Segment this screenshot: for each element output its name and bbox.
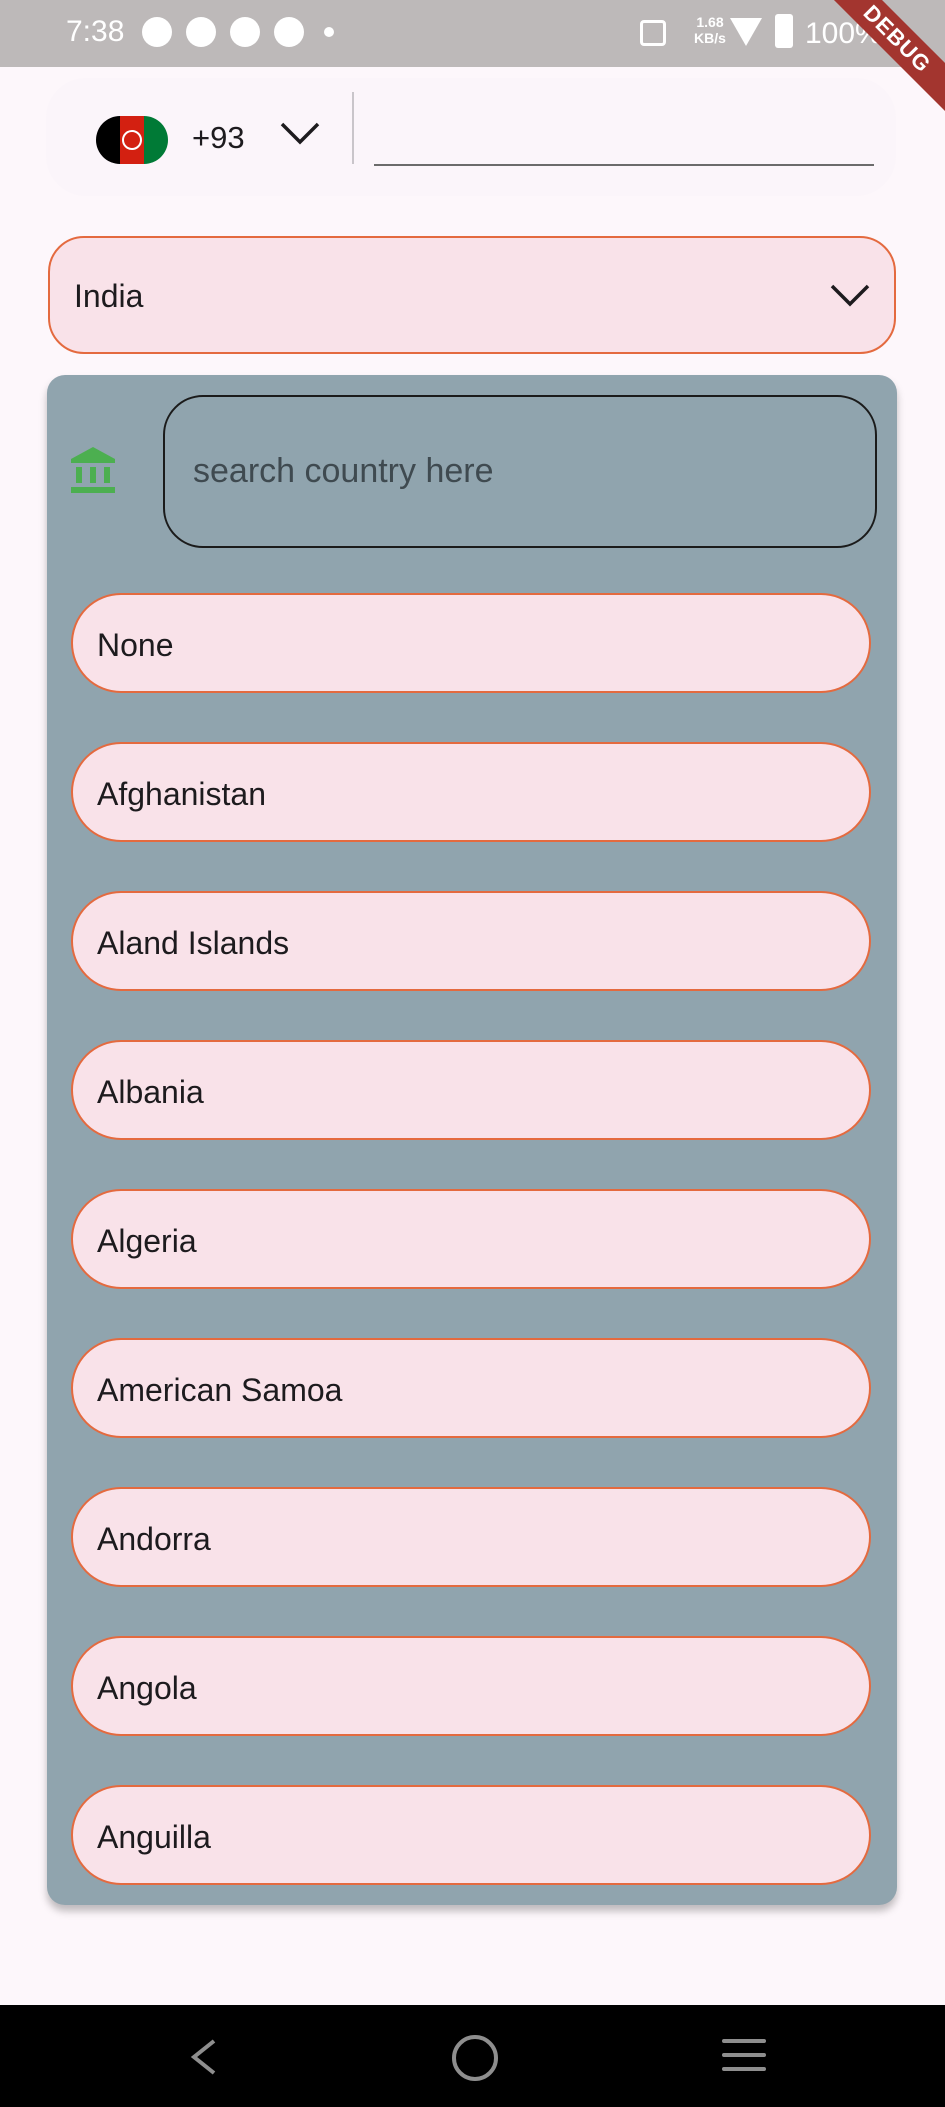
country-option-none[interactable]: None (71, 593, 871, 693)
speedometer-icon (274, 17, 304, 47)
option-label: None (97, 627, 174, 663)
dial-code[interactable]: +93 (192, 118, 245, 158)
option-label: Aland Islands (97, 925, 290, 961)
status-time: 7:38 (66, 15, 125, 48)
notification-icons (142, 17, 334, 47)
chevron-down-icon[interactable] (278, 116, 322, 148)
chevron-down-icon (830, 284, 870, 307)
back-icon[interactable] (186, 2037, 222, 2077)
country-option-algeria[interactable]: Algeria (71, 1189, 871, 1289)
option-label: Albania (97, 1074, 204, 1110)
afghanistan-flag-icon[interactable] (96, 116, 168, 164)
selected-country: India (74, 278, 144, 314)
search-box[interactable] (163, 395, 877, 548)
country-select[interactable]: India (48, 236, 896, 354)
option-label: Anguilla (97, 1819, 211, 1855)
option-label: Andorra (97, 1521, 211, 1557)
network-speed: 1.68 KB/s (694, 14, 726, 46)
country-option-andorra[interactable]: Andorra (71, 1487, 871, 1587)
country-option-afghanistan[interactable]: Afghanistan (71, 742, 871, 842)
wifi-icon (730, 18, 762, 46)
speedometer-icon (230, 17, 260, 47)
option-label: American Samoa (97, 1372, 343, 1408)
option-label: Afghanistan (97, 776, 267, 812)
phone-input[interactable] (374, 108, 874, 166)
country-option-american-samoa[interactable]: American Samoa (71, 1338, 871, 1438)
divider (352, 92, 354, 164)
bank-icon (71, 447, 115, 493)
system-nav-bar (0, 2005, 945, 2107)
home-icon[interactable] (452, 2035, 498, 2081)
dot-icon (324, 27, 334, 37)
option-label: Algeria (97, 1223, 197, 1259)
country-option-albania[interactable]: Albania (71, 1040, 871, 1140)
battery-icon (775, 14, 793, 48)
settings-icon (186, 17, 216, 47)
menu-icon[interactable] (722, 2039, 766, 2073)
status-bar: 7:38 1.68 KB/s 100% DEBUG (0, 0, 945, 115)
skype-icon (142, 17, 172, 47)
phone-number-field: +93 (46, 78, 896, 196)
option-label: Angola (97, 1670, 197, 1706)
vibrate-icon (640, 20, 666, 46)
country-option-angola[interactable]: Angola (71, 1636, 871, 1736)
country-dropdown-panel: None Afghanistan Aland Islands Albania A… (47, 375, 897, 1905)
country-option-aland-islands[interactable]: Aland Islands (71, 891, 871, 991)
search-input[interactable] (191, 445, 845, 497)
country-option-anguilla[interactable]: Anguilla (71, 1785, 871, 1885)
